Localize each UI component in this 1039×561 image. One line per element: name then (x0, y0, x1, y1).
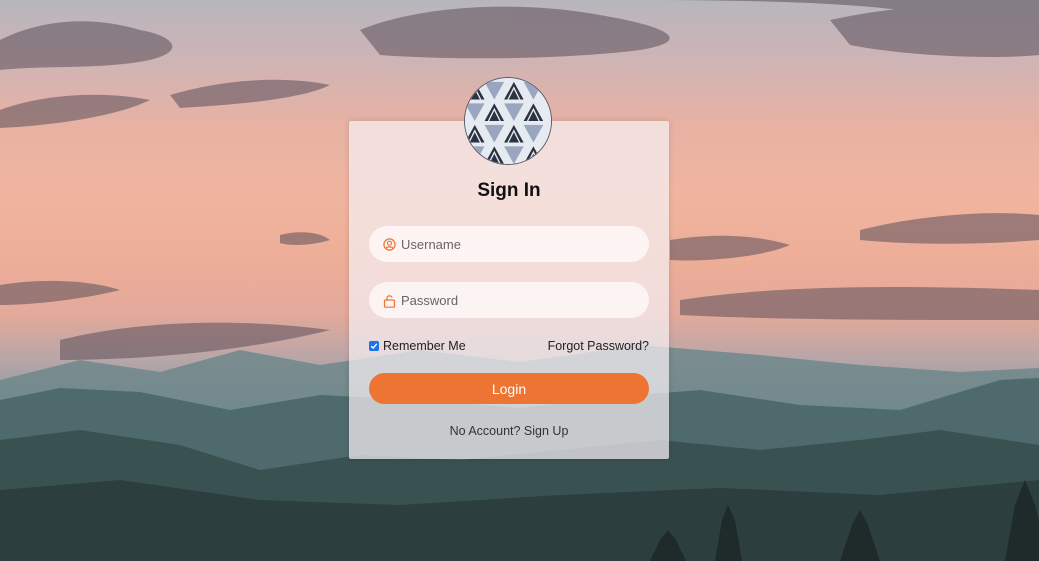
user-circle-icon (383, 237, 396, 251)
signup-link[interactable]: No Account? Sign Up (349, 424, 669, 438)
remember-label: Remember Me (383, 339, 466, 353)
triangle-pattern-logo-icon (465, 78, 551, 164)
check-icon (370, 343, 378, 350)
logo-avatar (464, 77, 552, 165)
username-field[interactable] (369, 226, 649, 262)
unlock-icon (383, 294, 396, 308)
remember-me[interactable]: Remember Me (369, 339, 466, 353)
password-field[interactable] (369, 282, 649, 318)
page-title: Sign In (477, 180, 541, 201)
login-button[interactable]: Login (369, 373, 649, 404)
background-scene: Sign In Remember Me (0, 0, 1039, 561)
password-input[interactable] (401, 292, 631, 308)
remember-checkbox[interactable] (369, 341, 379, 351)
forgot-password-link[interactable]: Forgot Password? (548, 339, 649, 353)
options-row: Remember Me Forgot Password? (369, 337, 649, 355)
username-input[interactable] (401, 236, 631, 252)
